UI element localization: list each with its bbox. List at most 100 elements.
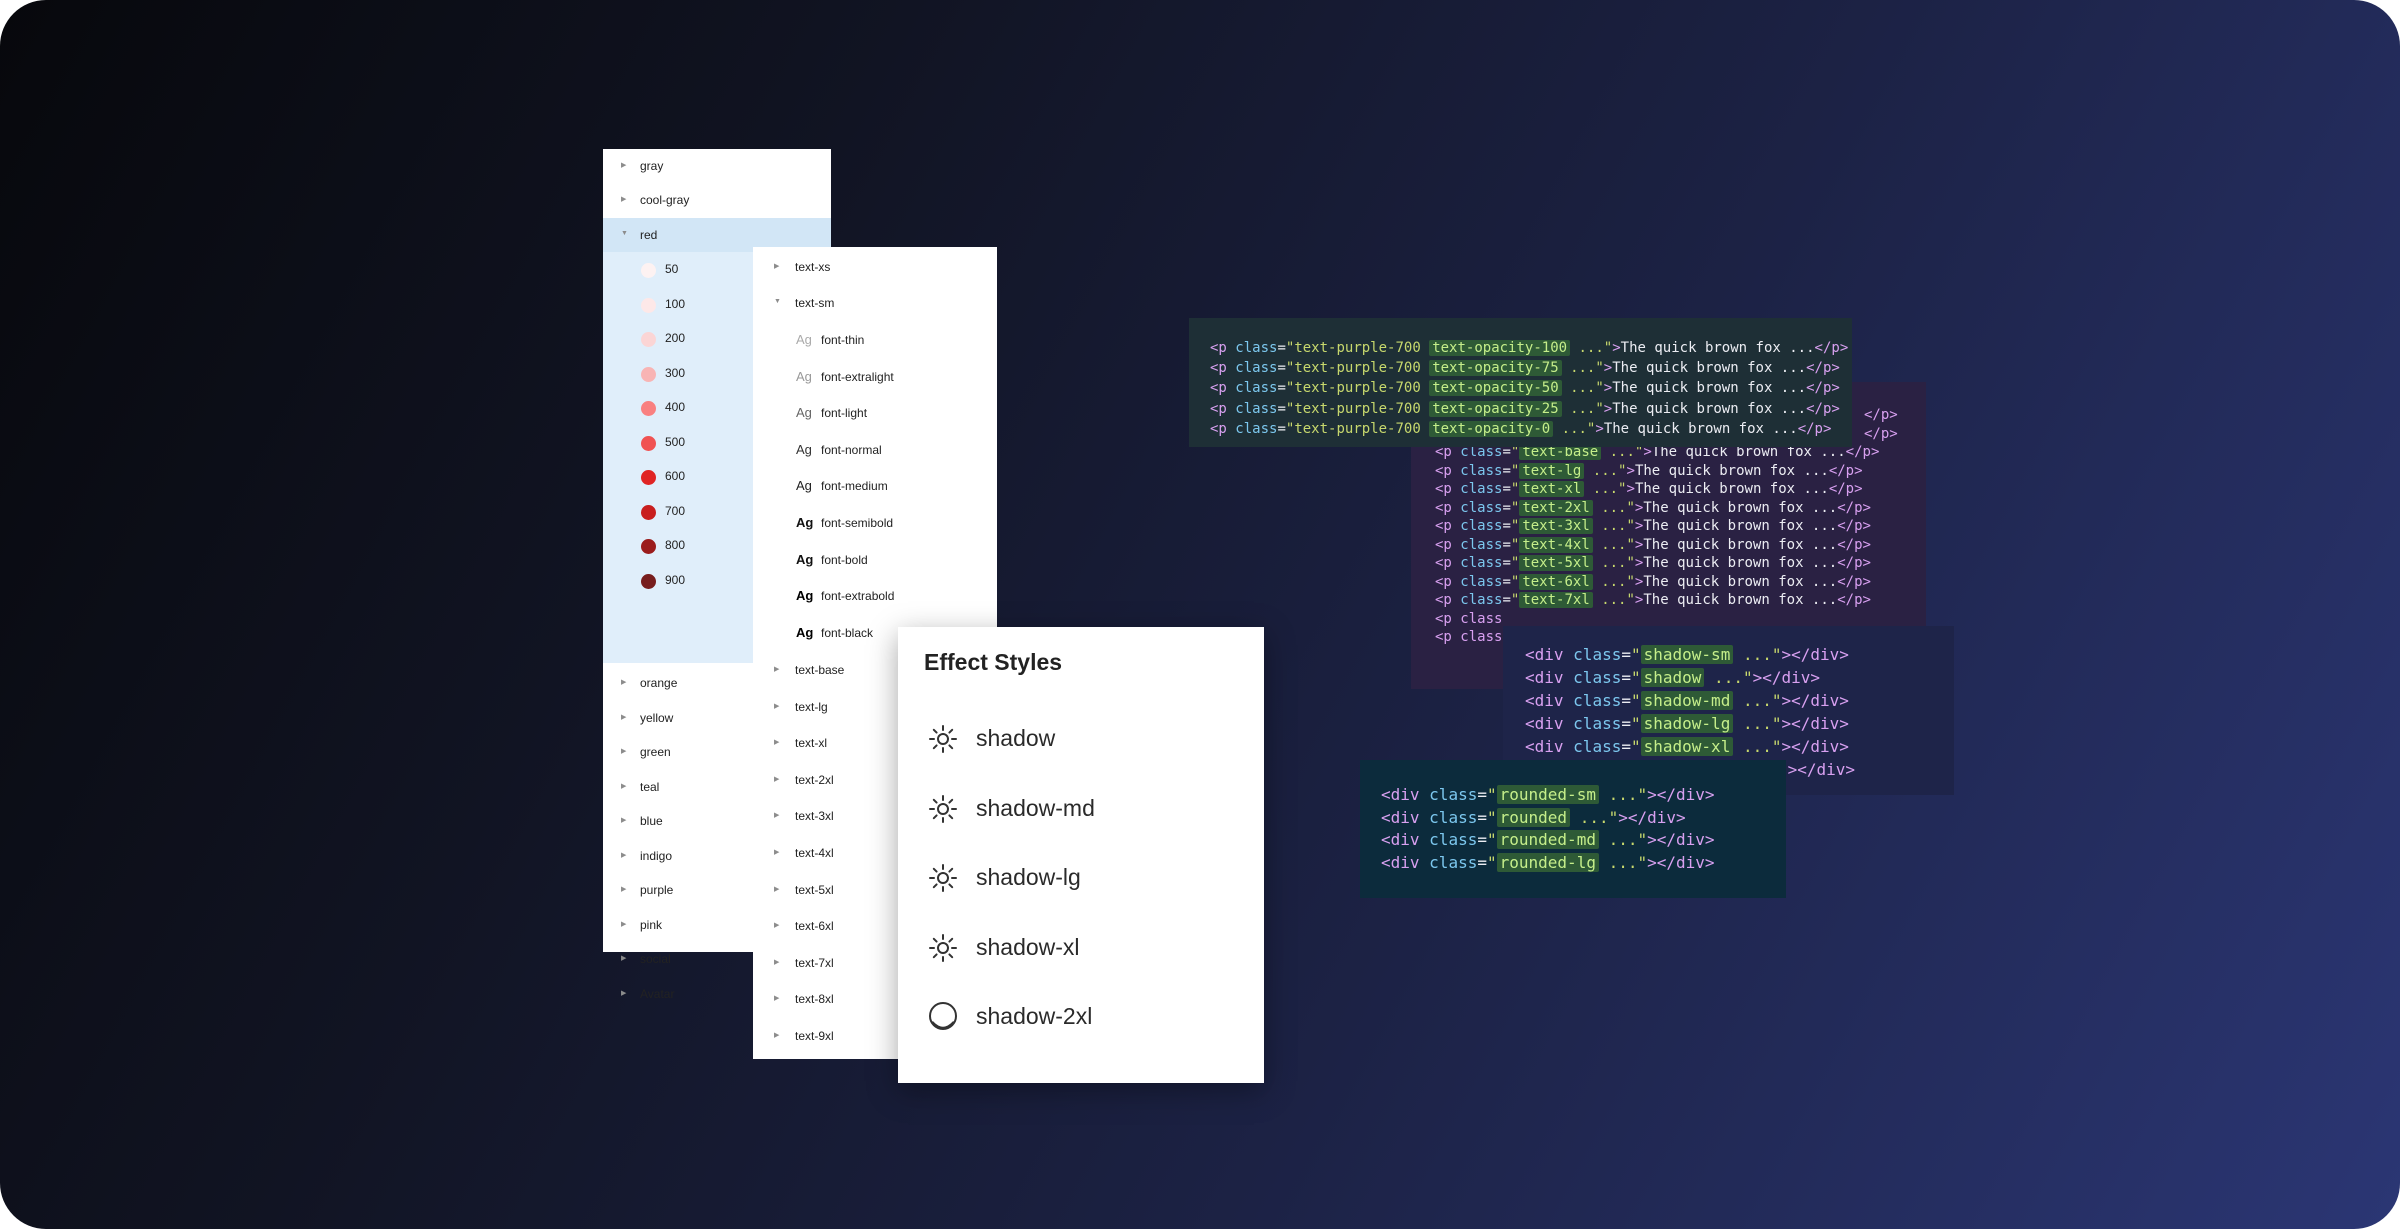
swatch-label: 100 <box>665 296 686 311</box>
text-style-label: text-base <box>795 663 845 677</box>
code-line: <div class=" rounded-sm ..."></div> <box>1381 785 1715 804</box>
code-line: <p class="text-purple-700 text-opacity-5… <box>1210 380 1840 397</box>
code-line: <p class=" text-6xl ...">The quick brown … <box>1435 573 1871 590</box>
font-weight-label: font-normal <box>821 442 882 457</box>
swatch-label: 900 <box>665 572 686 587</box>
highlighted-class: text-opacity-0 <box>1429 420 1554 437</box>
code-line: <div class=" shadow ..."></div> <box>1525 668 1821 687</box>
chevron-right-icon: ▶ <box>621 955 627 962</box>
font-preview-icon: Ag <box>796 405 812 421</box>
font-weight-row[interactable]: Ag font-thin <box>753 323 997 359</box>
code-line: <p class=" text-3xl ...">The quick brown … <box>1435 518 1871 534</box>
text-style-label: text-6xl <box>795 919 834 934</box>
font-weight-row[interactable]: Ag font-medium <box>753 469 997 505</box>
chevron-right-icon: ▶ <box>774 263 780 270</box>
font-weight-row[interactable]: Ag font-semibold <box>753 506 997 542</box>
color-group-label: red <box>640 228 658 242</box>
highlighted-class: text-opacity-50 <box>1429 380 1562 397</box>
highlighted-class: text-lg <box>1519 462 1585 479</box>
color-swatch <box>641 573 656 589</box>
color-group-label: yellow <box>640 710 674 725</box>
text-style-label: text-7xl <box>795 955 834 970</box>
color-group-label: cool-gray <box>640 193 690 207</box>
text-style-label: text-3xl <box>795 809 834 824</box>
highlighted-class: shadow-md <box>1640 691 1734 710</box>
sun-icon <box>926 792 960 826</box>
code-line: <div class=" shadow-sm ..."></div> <box>1525 645 1849 664</box>
code-line: <div class=" rounded-lg ..."></div> <box>1381 852 1715 872</box>
code-line: <div class=" rounded-md ..."></div> <box>1381 830 1715 849</box>
text-style-label: text-xs <box>795 260 831 274</box>
effect-style-label: shadow-lg <box>976 864 1081 890</box>
code-line: <p class=" text-lg ...">The quick brown f… <box>1435 462 1863 479</box>
code-line: <p class=" text-5xl ...">The quick brown … <box>1435 555 1871 571</box>
chevron-right-icon: ▶ <box>621 196 627 203</box>
color-group-label: green <box>640 745 671 759</box>
color-group-label: teal <box>640 779 660 794</box>
sun-icon <box>926 722 960 756</box>
chevron-right-icon: ▶ <box>621 989 627 997</box>
effect-style-row[interactable]: shadow-xl <box>898 918 1264 978</box>
font-weight-row[interactable]: Ag font-extrabold <box>753 579 997 615</box>
color-swatch <box>641 332 656 347</box>
text-style-label: text-5xl <box>795 882 834 897</box>
text-style-text-sm[interactable]: ▼ text-sm <box>753 286 997 322</box>
font-weight-row[interactable]: Ag font-extralight <box>753 360 997 396</box>
code-line: <div class=" shadow-xl ..."></div> <box>1525 737 1849 756</box>
chevron-right-icon: ▶ <box>621 748 627 755</box>
code-line: <p class=" text-4xl ...">The quick brown … <box>1435 536 1871 553</box>
color-swatch <box>641 366 656 382</box>
highlighted-class: text-5xl <box>1519 555 1593 571</box>
font-preview-icon: Ag <box>796 478 812 494</box>
highlighted-class: text-6xl <box>1519 573 1593 590</box>
color-group-cool-gray[interactable]: ▶ cool-gray <box>603 183 831 217</box>
chevron-right-icon: ▶ <box>621 782 627 790</box>
sun-icon <box>926 931 960 965</box>
chevron-right-icon: ▶ <box>621 920 627 928</box>
color-group-label: indigo <box>640 848 673 863</box>
text-style-label: text-sm <box>795 296 835 310</box>
color-swatch <box>641 263 656 278</box>
sun-icon <box>926 861 960 895</box>
text-style-label: text-4xl <box>795 846 834 860</box>
chevron-right-icon: ▶ <box>774 849 780 856</box>
highlighted-class: text-opacity-100 <box>1429 340 1571 356</box>
chevron-right-icon: ▶ <box>774 812 780 820</box>
color-swatch <box>641 435 656 451</box>
effect-styles-panel: Effect Styles shadow shadow-md shadow-lg sh… <box>898 627 1264 1083</box>
effect-style-row[interactable]: shadow-lg <box>898 848 1264 908</box>
color-group-label: Avatar <box>640 986 675 1001</box>
color-group-gray[interactable]: ▶ gray <box>603 149 831 183</box>
font-preview-icon: Ag <box>796 515 814 530</box>
font-weight-row[interactable]: Ag font-light <box>753 396 997 432</box>
color-group-label: pink <box>640 917 663 932</box>
effect-style-row[interactable]: shadow-md <box>898 779 1264 839</box>
effect-style-label: shadow-md <box>976 794 1095 821</box>
font-preview-icon: Ag <box>796 624 814 640</box>
highlighted-class: shadow-sm <box>1640 645 1734 664</box>
chevron-right-icon: ▶ <box>774 922 780 930</box>
font-weight-row[interactable]: Ag font-normal <box>753 433 997 469</box>
color-swatch <box>641 539 656 554</box>
highlighted-class: text-3xl <box>1519 518 1593 534</box>
highlighted-class: rounded-lg <box>1496 852 1599 872</box>
chevron-right-icon: ▶ <box>621 162 627 169</box>
font-weight-row[interactable]: Ag font-bold <box>753 543 997 579</box>
text-style-label: text-2xl <box>795 772 834 787</box>
effect-style-row[interactable]: shadow-2xl <box>898 987 1264 1047</box>
effect-style-label: shadow <box>976 725 1056 751</box>
text-style-text-xs[interactable]: ▶ text-xs <box>753 250 997 286</box>
font-weight-label: font-black <box>821 625 874 640</box>
chevron-down-icon: ▼ <box>774 298 781 305</box>
chevron-right-icon: ▶ <box>774 995 780 1003</box>
font-preview-icon: Ag <box>796 588 814 604</box>
highlighted-class: shadow-lg <box>1640 714 1734 733</box>
chevron-right-icon: ▶ <box>774 775 780 783</box>
color-group-label: blue <box>640 814 663 828</box>
highlighted-class: shadow-xl <box>1640 737 1734 756</box>
font-preview-icon: Ag <box>796 332 812 347</box>
swatch-label: 700 <box>665 503 686 518</box>
chevron-right-icon: ▶ <box>621 679 627 686</box>
effect-style-row[interactable]: shadow <box>898 709 1264 769</box>
text-style-label: text-xl <box>795 736 828 751</box>
